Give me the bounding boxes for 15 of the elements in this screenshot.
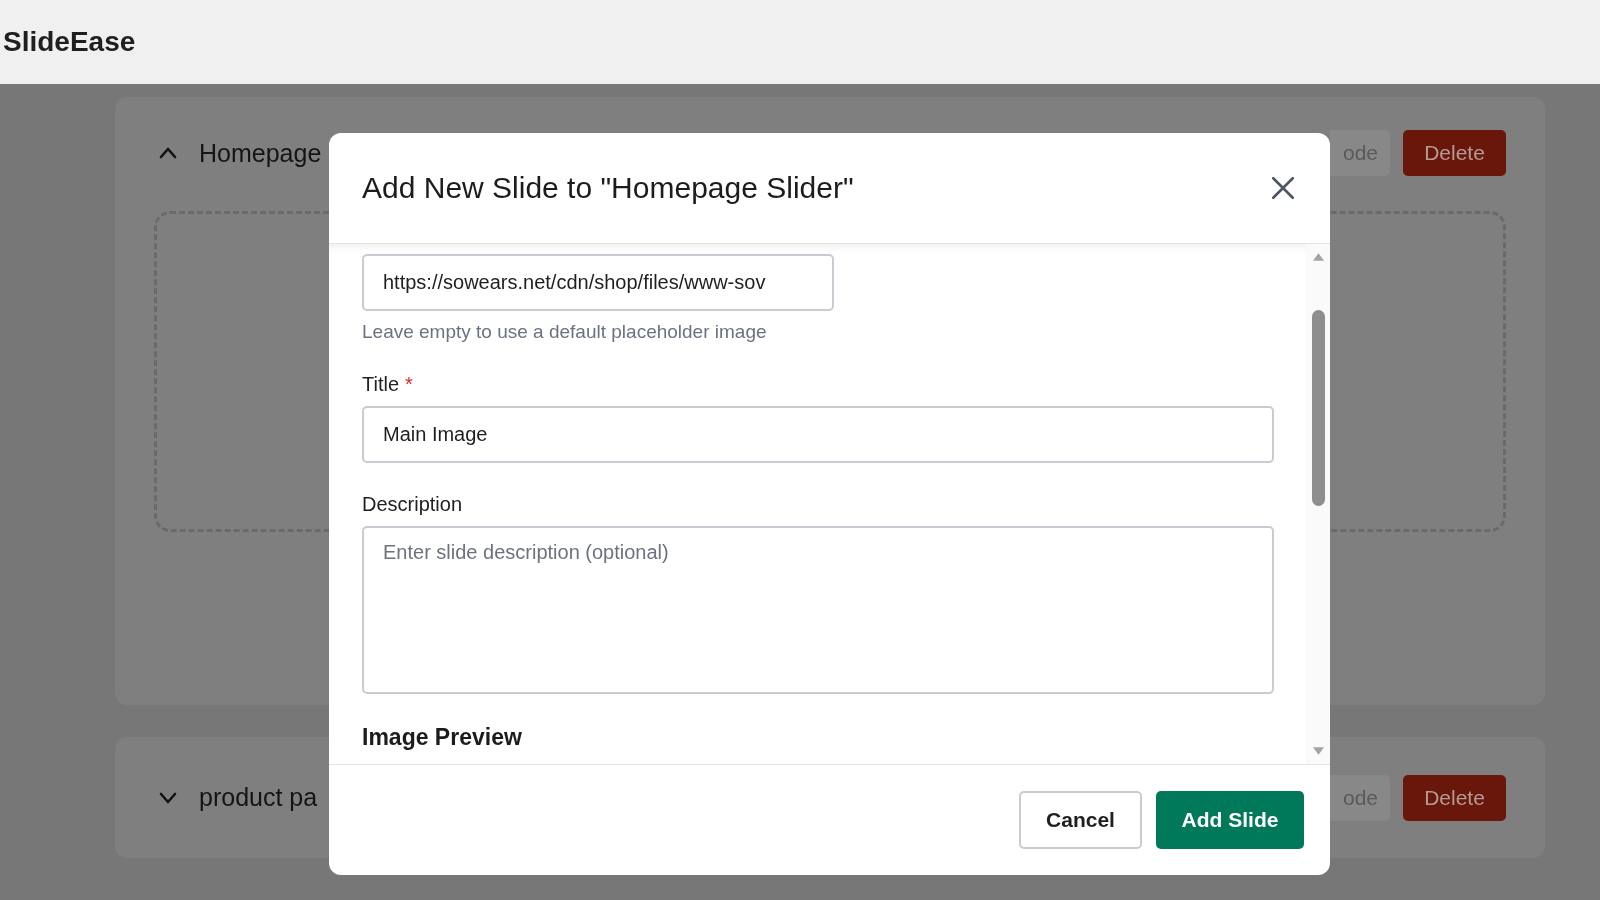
cancel-button[interactable]: Cancel (1019, 791, 1142, 849)
dialog-title: Add New Slide to "Homepage Slider" (362, 171, 855, 205)
field-label: Description (362, 493, 463, 516)
image-url-input[interactable]: https://sowears.net/cdn/shop/files/www-sov (362, 254, 834, 311)
app-title: SlideEase (3, 26, 136, 58)
delete-button[interactable]: Delete (1403, 774, 1506, 821)
description-textarea[interactable]: Enter slide description (optional) (362, 526, 1274, 694)
title-input[interactable]: Main Image (362, 406, 1274, 463)
slider-name: product pa (199, 783, 318, 812)
add-slide-button[interactable]: Add Slide (1156, 791, 1304, 849)
section-heading: Image Preview (362, 724, 523, 751)
slider-name: Homepage (199, 138, 322, 168)
delete-button[interactable]: Delete (1403, 130, 1506, 176)
field-label: Title * (362, 373, 413, 396)
hint-text: Leave empty to use a default placeholder image (362, 321, 767, 343)
